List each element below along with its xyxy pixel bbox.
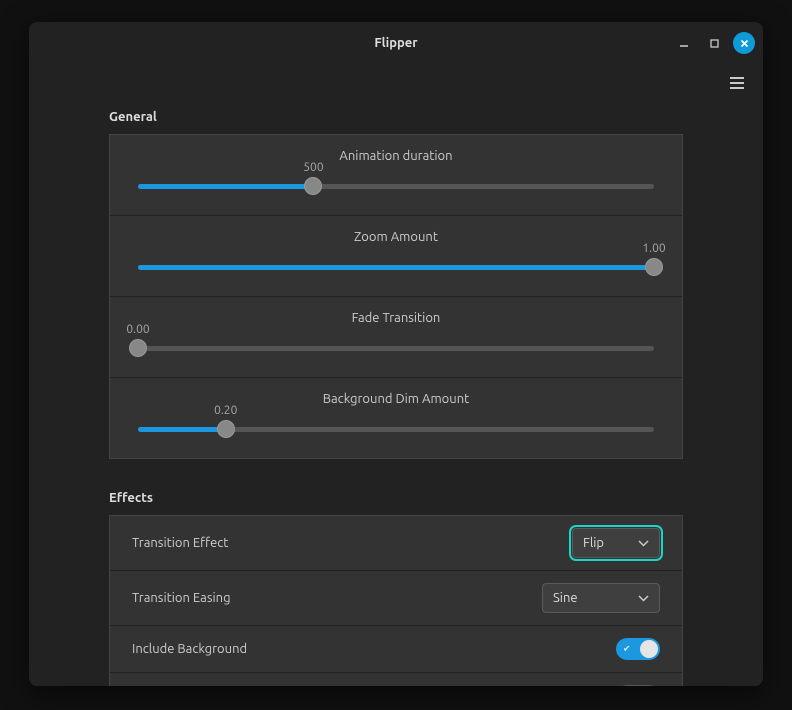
menu-button[interactable]: [723, 69, 751, 97]
slider-value: 1.00: [642, 242, 665, 255]
chevron-down-icon: [638, 540, 649, 547]
slider-fill: [138, 265, 654, 270]
slider-fade-transition: Fade Transition 0.00: [110, 297, 682, 378]
slider-thumb[interactable]: [645, 258, 663, 276]
slider[interactable]: 1.00: [138, 258, 654, 278]
slider-fill: [138, 184, 313, 189]
window-controls: [673, 22, 755, 64]
row-include-background: Include Background ✔: [110, 626, 682, 673]
toggle-knob: [640, 640, 658, 658]
row-transition-easing: Transition Easing Sine: [110, 571, 682, 626]
slider-background-dim: Background Dim Amount 0.20: [110, 378, 682, 458]
section-title-effects: Effects: [109, 491, 683, 505]
slider-value: 500: [303, 161, 323, 174]
close-button[interactable]: [733, 32, 755, 54]
slider-value: 0.20: [214, 404, 237, 417]
row-label: Transition Easing: [132, 591, 231, 605]
slider-zoom-amount: Zoom Amount 1.00: [110, 216, 682, 297]
titlebar: Flipper: [29, 22, 763, 64]
include-background-toggle[interactable]: ✔: [616, 638, 660, 660]
slider-animation-duration: Animation duration 500: [110, 135, 682, 216]
slider[interactable]: 500: [138, 177, 654, 197]
hamburger-icon: [729, 76, 745, 90]
slider-thumb[interactable]: [129, 339, 147, 357]
general-panel: Animation duration 500 Zoom Amount 1.00: [109, 134, 683, 459]
row-label: Transition Effect: [132, 536, 228, 550]
check-icon: ✔: [623, 644, 631, 655]
slider-label: Fade Transition: [138, 311, 654, 325]
toolbar: [29, 64, 763, 102]
section-title-general: General: [109, 110, 683, 124]
app-window: Flipper General Ani: [29, 22, 763, 686]
slider-thumb[interactable]: [304, 177, 322, 195]
row-transition-effect: Transition Effect Flip: [110, 516, 682, 571]
maximize-button[interactable]: [703, 32, 725, 54]
slider-fill: [138, 427, 226, 432]
content-area: General Animation duration 500 Zoom Amou…: [29, 102, 763, 686]
slider-label: Animation duration: [138, 149, 654, 163]
minimize-button[interactable]: [673, 32, 695, 54]
slider-track: [138, 346, 654, 351]
slider-label: Zoom Amount: [138, 230, 654, 244]
transition-easing-dropdown[interactable]: Sine: [542, 583, 660, 613]
chevron-down-icon: [638, 595, 649, 602]
dropdown-value: Sine: [553, 591, 578, 605]
slider-value: 0.00: [126, 323, 149, 336]
slider-thumb[interactable]: [217, 420, 235, 438]
transition-effect-dropdown[interactable]: Flip: [572, 528, 660, 558]
slider[interactable]: 0.20: [138, 420, 654, 440]
row-label: Include Background: [132, 642, 247, 656]
include-panels-toggle[interactable]: ✕: [616, 685, 660, 686]
dropdown-value: Flip: [583, 536, 604, 550]
slider[interactable]: 0.00: [138, 339, 654, 359]
row-include-panels: Include Panels ✕: [110, 673, 682, 686]
effects-panel: Transition Effect Flip Transition Easing…: [109, 515, 683, 686]
window-title: Flipper: [29, 36, 763, 50]
